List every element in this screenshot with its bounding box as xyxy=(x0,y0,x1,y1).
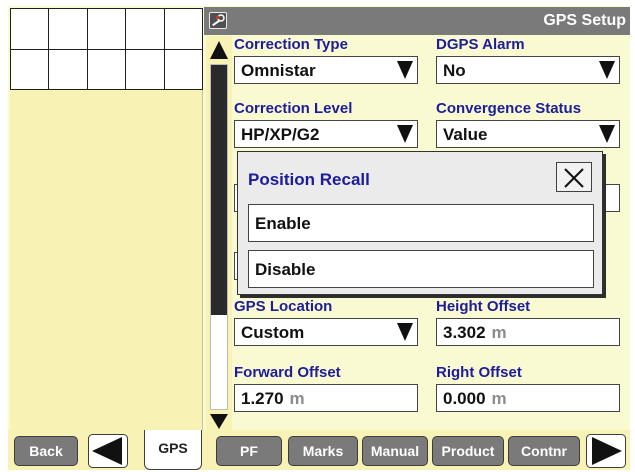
contnr-button[interactable]: Contnr xyxy=(508,436,580,466)
correction-type-label: Correction Type xyxy=(234,36,348,53)
forward-offset-number: 1.270 xyxy=(241,389,284,408)
arrow-right-icon xyxy=(586,434,626,468)
close-icon xyxy=(564,168,584,188)
gps-location-dropdown[interactable]: Custom xyxy=(234,318,418,346)
grid-cell[interactable] xyxy=(125,8,165,50)
next-page-button[interactable] xyxy=(586,434,626,468)
correction-level-value: HP/XP/G2 xyxy=(241,125,320,144)
forward-offset-label: Forward Offset xyxy=(234,364,341,381)
manual-button[interactable]: Manual xyxy=(362,436,428,466)
chevron-down-icon xyxy=(599,125,615,143)
close-button[interactable] xyxy=(556,162,592,192)
tab-gps[interactable]: GPS xyxy=(144,430,202,470)
right-offset-value: 0.000 m xyxy=(443,389,507,409)
prev-page-button[interactable] xyxy=(88,434,128,468)
right-offset-label: Right Offset xyxy=(436,364,522,381)
left-grid xyxy=(9,8,204,90)
disable-option[interactable]: Disable xyxy=(248,250,594,288)
scrollbar[interactable] xyxy=(206,36,232,430)
right-offset-input[interactable]: 0.000 m xyxy=(436,384,620,412)
grid-cell[interactable] xyxy=(9,8,50,50)
grid-cell[interactable] xyxy=(86,48,127,90)
gps-location-label: GPS Location xyxy=(234,298,333,315)
left-panel xyxy=(10,90,203,430)
dialog-title: Position Recall xyxy=(248,170,370,189)
forward-offset-input[interactable]: 1.270 m xyxy=(234,384,418,412)
chevron-down-icon xyxy=(599,61,615,79)
position-recall-dialog: Position Recall Enable Disable xyxy=(237,151,603,295)
bottom-bar: Back GPS PF Marks Manual Product Contnr xyxy=(8,430,630,470)
scroll-thumb[interactable] xyxy=(211,65,227,315)
grid-cell[interactable] xyxy=(48,8,88,50)
height-offset-value: 3.302 m xyxy=(443,323,507,343)
forward-offset-unit: m xyxy=(289,389,305,408)
grid-cell[interactable] xyxy=(163,8,204,50)
height-offset-number: 3.302 xyxy=(443,323,486,342)
enable-option-label: Enable xyxy=(255,214,311,233)
scroll-up-icon[interactable] xyxy=(208,38,230,62)
right-offset-unit: m xyxy=(491,389,507,408)
marks-button[interactable]: Marks xyxy=(288,436,358,466)
correction-level-label: Correction Level xyxy=(234,100,353,117)
convergence-status-value: Value xyxy=(443,125,488,144)
chevron-down-icon xyxy=(397,323,413,341)
wrench-icon xyxy=(209,12,227,29)
scroll-track[interactable] xyxy=(210,64,228,410)
convergence-status-label: Convergence Status xyxy=(436,100,582,117)
height-offset-input[interactable]: 3.302 m xyxy=(436,318,620,346)
arrow-left-icon xyxy=(88,434,128,468)
chevron-down-icon xyxy=(397,125,413,143)
title-bar: GPS Setup xyxy=(204,7,630,35)
grid-cell[interactable] xyxy=(48,48,88,90)
disable-option-label: Disable xyxy=(255,260,316,279)
grid-cell[interactable] xyxy=(86,8,127,50)
gps-location-value: Custom xyxy=(241,323,305,342)
correction-type-dropdown[interactable]: Omnistar xyxy=(234,56,418,84)
product-button[interactable]: Product xyxy=(432,436,504,466)
dgps-alarm-label: DGPS Alarm xyxy=(436,36,525,53)
correction-level-dropdown[interactable]: HP/XP/G2 xyxy=(234,120,418,148)
height-offset-label: Height Offset xyxy=(436,298,531,315)
dgps-alarm-value: No xyxy=(443,61,466,80)
grid-cell[interactable] xyxy=(163,48,204,90)
grid-cell[interactable] xyxy=(9,48,50,90)
scroll-down-icon[interactable] xyxy=(208,412,230,430)
pf-button[interactable]: PF xyxy=(216,436,282,466)
dgps-alarm-dropdown[interactable]: No xyxy=(436,56,620,84)
back-button[interactable]: Back xyxy=(14,436,78,466)
chevron-down-icon xyxy=(397,61,413,79)
right-offset-number: 0.000 xyxy=(443,389,486,408)
correction-type-value: Omnistar xyxy=(241,61,316,80)
height-offset-unit: m xyxy=(491,323,507,342)
enable-option[interactable]: Enable xyxy=(248,204,594,242)
page-title: GPS Setup xyxy=(543,12,626,29)
forward-offset-value: 1.270 m xyxy=(241,389,305,409)
gps-setup-screen: GPS Setup Correction Type Omnistar DGPS … xyxy=(8,6,630,470)
convergence-status-dropdown[interactable]: Value xyxy=(436,120,620,148)
grid-cell[interactable] xyxy=(125,48,165,90)
